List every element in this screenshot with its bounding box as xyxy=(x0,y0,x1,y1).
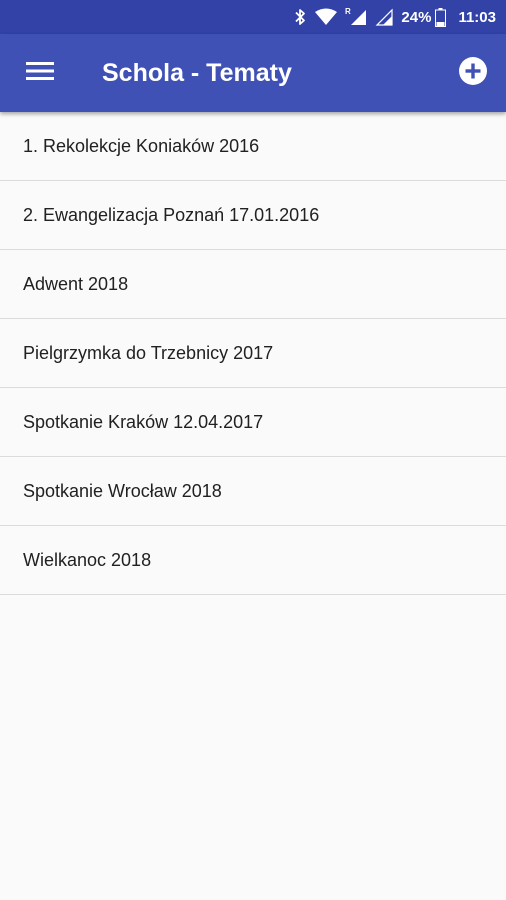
list-item-label: Spotkanie Kraków 12.04.2017 xyxy=(23,411,264,432)
list-item-label: 1. Rekolekcje Koniaków 2016 xyxy=(23,135,260,156)
list-item-label: Pielgrzymka do Trzebnicy 2017 xyxy=(23,342,274,363)
battery-percent: 24% xyxy=(401,8,432,26)
wifi-icon xyxy=(315,8,338,26)
list-item[interactable]: 1. Rekolekcje Koniaków 2016 xyxy=(0,112,506,181)
hamburger-menu-icon xyxy=(26,61,54,86)
list-item-label: Adwent 2018 xyxy=(23,273,129,294)
topic-list: 1. Rekolekcje Koniaków 2016 2. Ewangeliz… xyxy=(0,112,506,595)
list-item-label: Wielkanoc 2018 xyxy=(23,549,152,570)
add-circle-icon xyxy=(458,56,488,91)
battery-icon xyxy=(435,7,447,27)
list-item[interactable]: Wielkanoc 2018 xyxy=(0,526,506,595)
list-item[interactable]: Pielgrzymka do Trzebnicy 2017 xyxy=(0,319,506,388)
menu-button[interactable] xyxy=(12,45,68,101)
list-item-label: 2. Ewangelizacja Poznań 17.01.2016 xyxy=(23,204,320,225)
status-bar: R 24% 11:03 xyxy=(0,0,506,34)
list-item-label: Spotkanie Wrocław 2018 xyxy=(23,480,222,501)
list-item[interactable]: Adwent 2018 xyxy=(0,250,506,319)
page-title: Schola - Tematy xyxy=(102,58,292,87)
app-bar: Schola - Tematy xyxy=(0,34,506,112)
list-item[interactable]: Spotkanie Wrocław 2018 xyxy=(0,457,506,526)
cell-signal-icon xyxy=(375,8,394,26)
list-item[interactable]: Spotkanie Kraków 12.04.2017 xyxy=(0,388,506,457)
bluetooth-icon xyxy=(293,8,307,26)
svg-text:R: R xyxy=(345,7,351,16)
clock: 11:03 xyxy=(458,8,496,26)
list-item[interactable]: 2. Ewangelizacja Poznań 17.01.2016 xyxy=(0,181,506,250)
cell-signal-roaming-icon: R xyxy=(345,7,367,27)
add-topic-button[interactable] xyxy=(445,45,501,101)
